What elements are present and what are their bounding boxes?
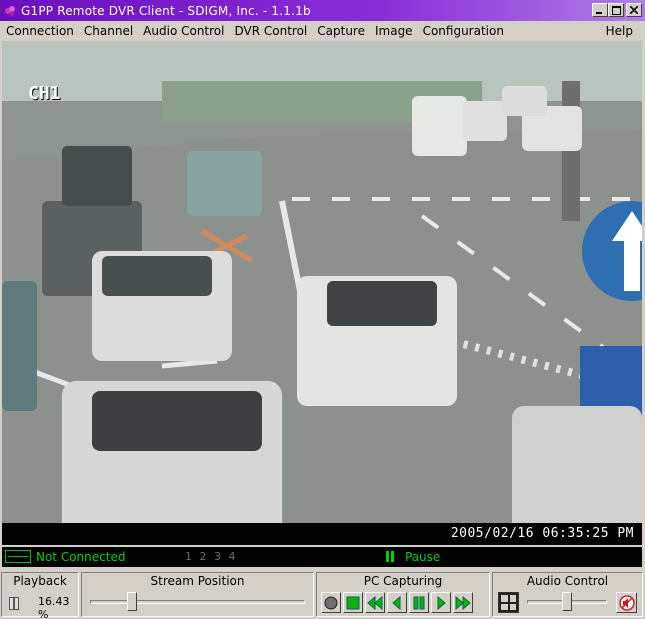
close-button[interactable] bbox=[626, 3, 642, 17]
app-icon[interactable] bbox=[2, 3, 18, 19]
playback-percent: 16.43 % bbox=[38, 595, 70, 619]
pause-icon bbox=[9, 597, 19, 610]
title-bar[interactable]: G1PP Remote DVR Client - SDIGM, Inc. - 1… bbox=[0, 0, 645, 21]
playback-panel: Playback 16.43 % bbox=[1, 572, 79, 619]
stream-position-slider[interactable] bbox=[90, 592, 305, 612]
pause-button[interactable] bbox=[409, 592, 429, 613]
menu-help[interactable]: Help bbox=[601, 24, 638, 38]
channel-label: CH1 bbox=[28, 83, 61, 104]
step-forward-icon bbox=[437, 595, 446, 610]
stream-position-panel: Stream Position bbox=[81, 572, 314, 617]
pause-status-icon bbox=[386, 551, 396, 562]
record-icon bbox=[324, 596, 338, 609]
menu-configuration[interactable]: Configuration bbox=[418, 24, 509, 38]
mute-icon bbox=[618, 594, 635, 611]
record-button[interactable] bbox=[321, 592, 341, 613]
menu-channel[interactable]: Channel bbox=[79, 24, 138, 38]
minimize-button[interactable] bbox=[592, 3, 608, 17]
volume-slider-thumb[interactable] bbox=[562, 592, 572, 611]
camera-feed-image bbox=[2, 41, 642, 545]
pause-icon bbox=[413, 596, 425, 609]
pc-capturing-title: PC Capturing bbox=[363, 574, 443, 588]
minimize-icon bbox=[596, 12, 602, 14]
stream-slider-track[interactable] bbox=[90, 600, 305, 604]
mute-button[interactable] bbox=[616, 592, 637, 613]
menu-image[interactable]: Image bbox=[370, 24, 418, 38]
window-title: G1PP Remote DVR Client - SDIGM, Inc. - 1… bbox=[21, 3, 311, 18]
menu-audio-control[interactable]: Audio Control bbox=[138, 24, 229, 38]
maximize-icon bbox=[611, 5, 621, 15]
fast-rewind-button[interactable] bbox=[365, 592, 385, 613]
playback-state: Pause bbox=[405, 550, 441, 564]
audio-control-title: Audio Control bbox=[526, 574, 609, 588]
step-back-button[interactable] bbox=[387, 592, 407, 613]
close-icon bbox=[630, 6, 638, 14]
volume-slider[interactable] bbox=[527, 592, 607, 612]
stop-button[interactable] bbox=[343, 592, 363, 613]
maximize-button[interactable] bbox=[608, 3, 624, 17]
video-viewport[interactable]: CH1 2005/02/16 06:35:25 PM bbox=[2, 41, 642, 545]
status-bar: Not Connected 1 2 3 4 Pause bbox=[2, 547, 642, 567]
stream-position-title: Stream Position bbox=[150, 574, 245, 588]
quad-view-icon bbox=[501, 595, 508, 602]
pc-capturing-panel: PC Capturing bbox=[316, 572, 490, 617]
step-forward-button[interactable] bbox=[431, 592, 451, 613]
menu-capture[interactable]: Capture bbox=[312, 24, 370, 38]
step-back-icon bbox=[392, 595, 401, 610]
fast-rewind-icon bbox=[367, 595, 383, 610]
menu-bar: Connection Channel Audio Control DVR Con… bbox=[0, 21, 645, 40]
fast-forward-icon bbox=[455, 595, 471, 610]
connection-status-icon bbox=[5, 550, 31, 563]
connection-status: Not Connected bbox=[36, 550, 126, 564]
timestamp-bar: 2005/02/16 06:35:25 PM bbox=[2, 523, 642, 545]
timestamp: 2005/02/16 06:35:25 PM bbox=[450, 526, 634, 541]
quad-view-button[interactable] bbox=[498, 592, 519, 613]
menu-connection[interactable]: Connection bbox=[0, 24, 79, 38]
stream-slider-thumb[interactable] bbox=[127, 592, 137, 611]
audio-control-panel: Audio Control bbox=[492, 572, 643, 617]
stop-icon bbox=[346, 596, 360, 609]
channel-numbers[interactable]: 1 2 3 4 bbox=[185, 550, 237, 563]
menu-dvr-control[interactable]: DVR Control bbox=[229, 24, 312, 38]
playback-title: Playback bbox=[13, 574, 67, 588]
fast-forward-button[interactable] bbox=[453, 592, 473, 613]
